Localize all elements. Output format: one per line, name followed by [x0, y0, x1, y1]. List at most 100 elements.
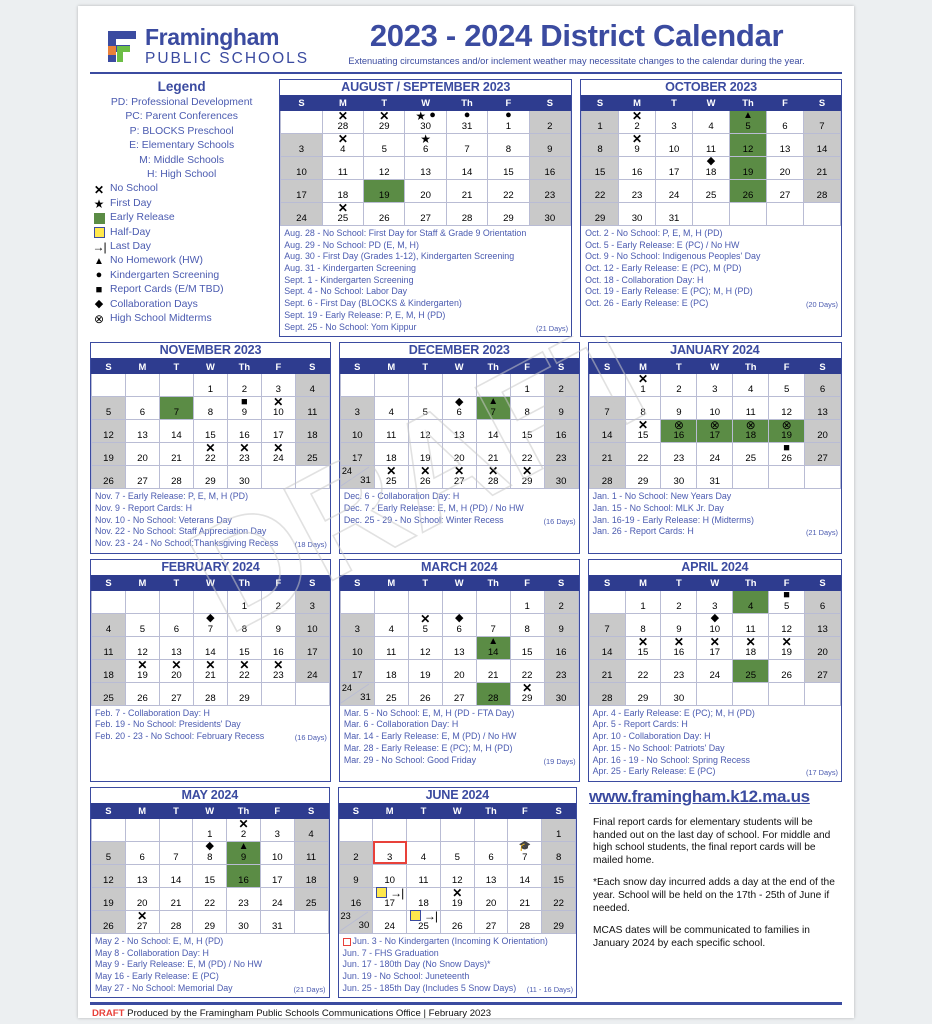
day-cell[interactable]: 1 [509, 589, 545, 614]
day-cell[interactable]: 25 [732, 658, 770, 683]
day-cell[interactable]: 20 [124, 886, 160, 911]
day-cell[interactable]: 26 [407, 681, 443, 706]
day-cell[interactable]: 5 [768, 373, 806, 398]
day-cell[interactable]: 24 [294, 658, 330, 683]
day-cell[interactable]: 28 [158, 909, 194, 934]
day-cell[interactable]: 12 [124, 635, 160, 660]
day-cell[interactable]: ● 1 [487, 109, 530, 134]
day-cell[interactable]: 4 [406, 840, 441, 865]
day-cell[interactable]: 12 [91, 419, 126, 444]
day-cell[interactable]: 9 [338, 863, 374, 888]
day-cell[interactable]: 13 [804, 396, 841, 421]
day-cell[interactable]: 27 [804, 442, 841, 467]
day-cell[interactable]: ★ 6 [404, 132, 447, 157]
day-cell[interactable]: ✕ 29 [509, 681, 545, 706]
day-cell[interactable]: 3 [260, 373, 296, 398]
day-cell[interactable]: 25 [373, 681, 409, 706]
day-cell[interactable]: 22 [192, 886, 228, 911]
day-cell[interactable]: 22 [509, 658, 545, 683]
day-cell[interactable]: 18 [294, 419, 330, 444]
day-cell[interactable]: 11 [373, 635, 409, 660]
day-cell[interactable]: 19 [91, 886, 126, 911]
day-cell[interactable]: 15 [509, 419, 545, 444]
day-cell[interactable]: 6 [804, 589, 841, 614]
day-cell[interactable]: 22 [581, 178, 620, 203]
day-cell[interactable]: ✕ 23 [226, 442, 262, 467]
day-cell[interactable]: 24 [655, 178, 694, 203]
day-cell[interactable]: 5 [407, 396, 443, 421]
day-cell[interactable]: ● 31 [445, 109, 489, 134]
day-cell[interactable]: 15 [541, 863, 577, 888]
day-cell[interactable]: 6 [124, 396, 160, 421]
day-cell[interactable]: 12 [729, 132, 767, 157]
day-cell[interactable]: 21 [158, 442, 194, 467]
day-cell[interactable]: 28 [588, 465, 626, 490]
day-cell[interactable]: 8 [541, 840, 577, 865]
day-cell[interactable]: 20 [441, 658, 477, 683]
day-cell[interactable]: 2 [543, 373, 579, 398]
day-cell[interactable]: 10 [372, 863, 408, 888]
day-cell[interactable]: 3 [339, 396, 375, 421]
day-cell[interactable]: 30 [543, 465, 579, 490]
day-cell[interactable]: 24 [259, 886, 295, 911]
day-cell[interactable]: 10 [280, 155, 323, 180]
day-cell[interactable]: 3 [655, 109, 694, 134]
day-cell[interactable]: 30 [226, 909, 261, 934]
day-cell[interactable]: 3 [339, 612, 375, 637]
day-cell[interactable]: 12 [91, 863, 126, 888]
day-cell[interactable]: 29 [192, 909, 228, 934]
day-cell[interactable]: 19 [407, 442, 443, 467]
day-cell[interactable]: 4 [294, 373, 330, 398]
day-cell[interactable]: 7 [475, 612, 511, 637]
day-cell[interactable]: 17 [294, 635, 330, 660]
day-cell[interactable]: 13 [441, 635, 477, 660]
day-cell[interactable]: 8 [509, 396, 545, 421]
day-cell[interactable]: 12 [768, 396, 806, 421]
day-cell[interactable]: 22 [624, 658, 662, 683]
day-cell[interactable]: 5 [91, 396, 126, 421]
day-cell[interactable]: 8 [226, 612, 262, 637]
day-cell[interactable]: 8 [487, 132, 530, 157]
day-cell[interactable]: ✕ 25 [373, 465, 409, 490]
day-cell[interactable]: 23 30 [338, 909, 374, 934]
day-cell[interactable]: 9 [543, 396, 579, 421]
day-cell[interactable]: 10 [294, 612, 330, 637]
day-cell[interactable]: 23 [618, 178, 657, 203]
day-cell[interactable]: 18 [91, 658, 126, 683]
day-cell[interactable]: 30 [660, 465, 698, 490]
day-cell[interactable]: 14 [192, 635, 228, 660]
day-cell[interactable]: ✕ 26 [407, 465, 443, 490]
day-cell[interactable]: 27 [441, 681, 477, 706]
day-cell[interactable]: 27 [404, 201, 447, 226]
day-cell[interactable]: 24 [372, 909, 408, 934]
day-cell[interactable]: 20 [404, 178, 447, 203]
day-cell[interactable]: 31 [696, 465, 734, 490]
day-cell[interactable]: 15 [509, 635, 545, 660]
day-cell[interactable]: 16 [260, 635, 296, 660]
day-cell[interactable]: 28 [802, 178, 841, 203]
day-cell[interactable]: 16 [226, 863, 261, 888]
day-cell[interactable]: ✕ 28 [475, 465, 511, 490]
day-cell[interactable]: 21 [588, 442, 626, 467]
day-cell[interactable]: 15 [192, 419, 228, 444]
day-cell[interactable]: ▲ 9 [226, 840, 261, 865]
day-cell[interactable]: 24 [696, 658, 734, 683]
day-cell[interactable]: 12 [407, 419, 443, 444]
day-cell[interactable]: 1 [581, 109, 620, 134]
day-cell[interactable]: 21 [445, 178, 489, 203]
day-cell[interactable]: 9 [528, 132, 572, 157]
day-cell[interactable]: 13 [473, 863, 509, 888]
day-cell[interactable]: 14 [588, 635, 626, 660]
day-cell[interactable]: 29 [541, 909, 577, 934]
day-cell[interactable]: 10 [655, 132, 694, 157]
day-cell[interactable]: ✕ 19 [439, 886, 475, 911]
day-cell[interactable]: 27 [804, 658, 841, 683]
day-cell[interactable]: 4 [373, 396, 409, 421]
day-cell[interactable]: ✕ 22 [226, 658, 262, 683]
day-cell[interactable]: 24 31 [339, 465, 375, 490]
day-cell[interactable]: ✕ 15 [624, 635, 662, 660]
day-cell[interactable]: 6 [765, 109, 804, 134]
day-cell[interactable]: 16 [226, 419, 262, 444]
day-cell[interactable]: 8 [624, 396, 662, 421]
day-cell[interactable]: 24 31 [339, 681, 375, 706]
